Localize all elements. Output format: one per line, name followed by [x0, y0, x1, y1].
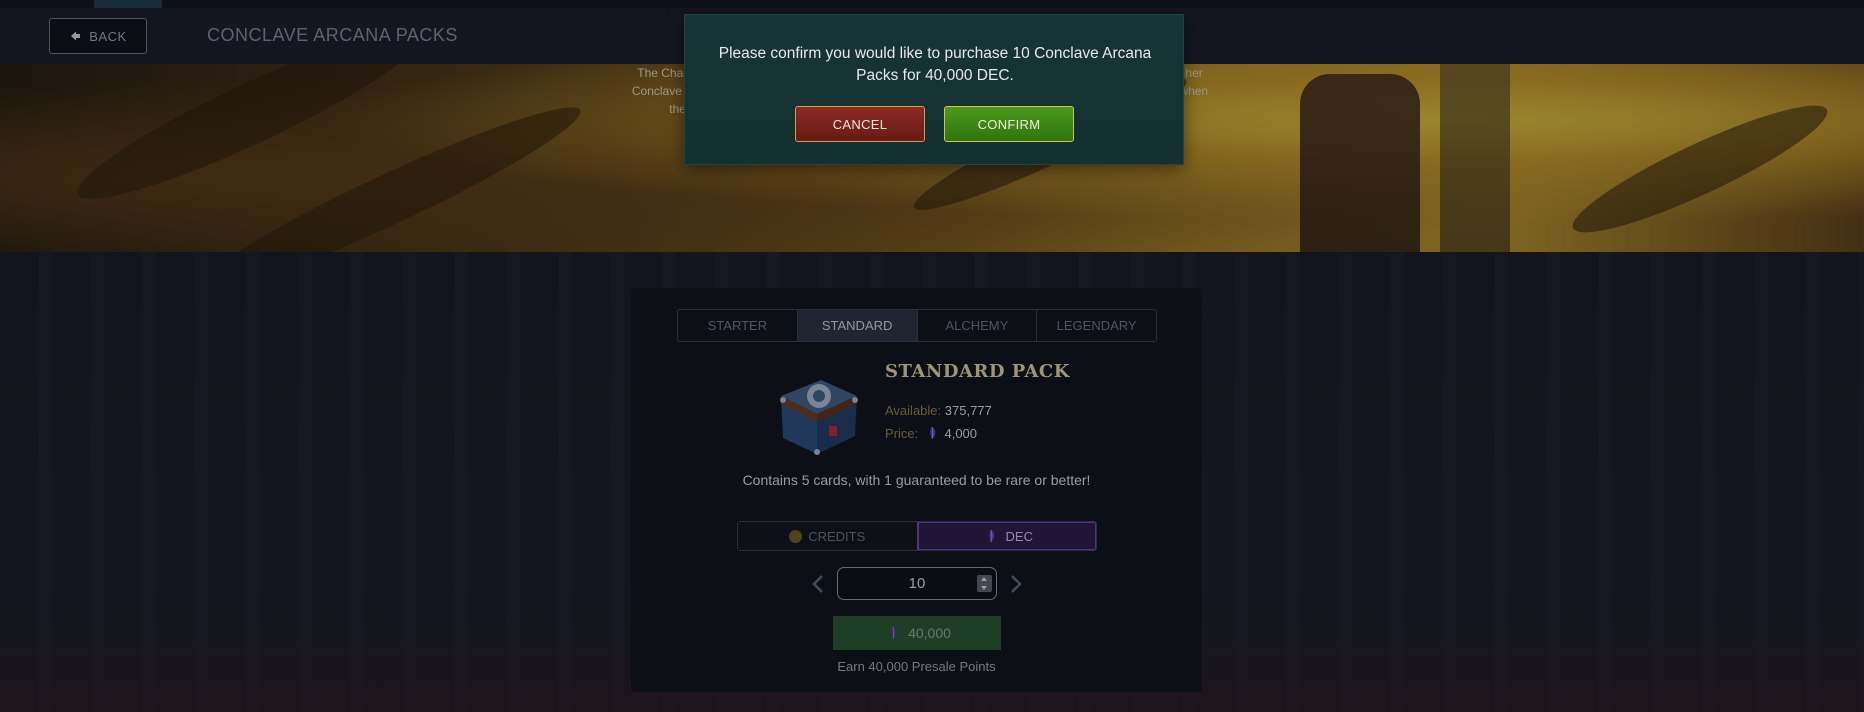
confirm-purchase-dialog: Please confirm you would like to purchas… [684, 14, 1184, 165]
dialog-message: Please confirm you would like to purchas… [718, 45, 1152, 84]
cancel-button[interactable]: CANCEL [795, 106, 925, 142]
confirm-button[interactable]: CONFIRM [944, 106, 1074, 142]
